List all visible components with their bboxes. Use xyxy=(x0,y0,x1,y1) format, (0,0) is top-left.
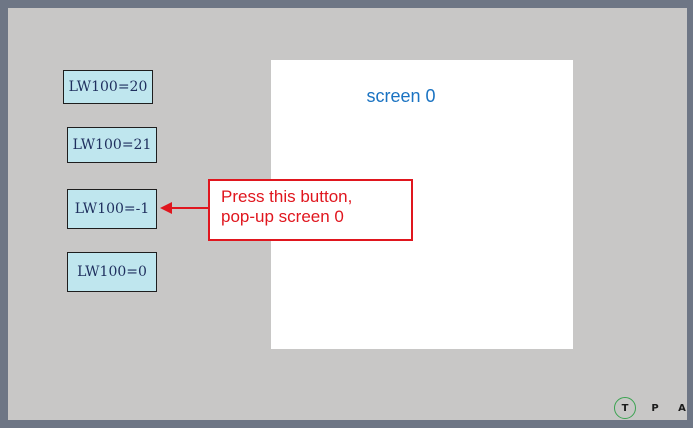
lw100-set-20-button[interactable]: LW100=20 xyxy=(63,70,153,104)
window-frame: LW100=20 LW100=21 LW100=-1 LW100=0 scree… xyxy=(0,0,693,428)
callout-line-1: Press this button, xyxy=(221,187,353,206)
lw100-set-0-button[interactable]: LW100=0 xyxy=(67,252,157,292)
mode-p-button[interactable]: P xyxy=(644,397,666,419)
lw100-set-minus1-button[interactable]: LW100=-1 xyxy=(67,189,157,229)
left-arrow-icon xyxy=(160,202,210,214)
mode-t-button[interactable]: T xyxy=(614,397,636,419)
callout-line-2: pop-up screen 0 xyxy=(221,207,344,226)
popup-title: screen 0 xyxy=(366,86,436,106)
lw100-set-21-button[interactable]: LW100=21 xyxy=(67,127,157,163)
mode-a-button[interactable]: A xyxy=(671,397,693,419)
callout-box: Press this button, pop-up screen 0 xyxy=(208,179,413,241)
